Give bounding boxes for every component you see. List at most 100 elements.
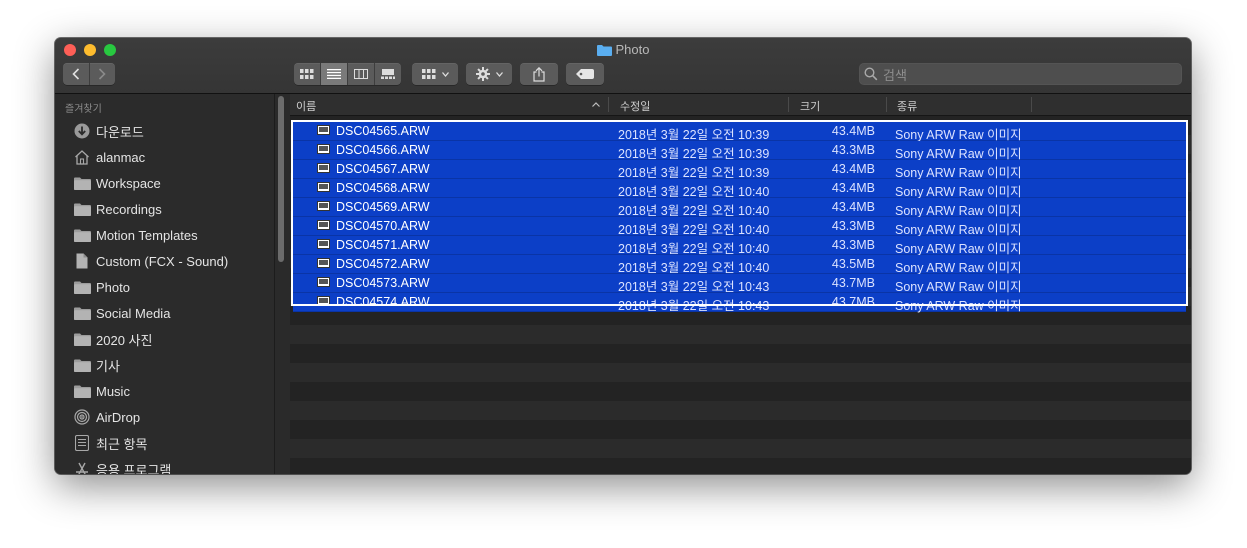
file-size: 43.4MB (831, 181, 875, 195)
file-row[interactable]: DSC04565.ARW 2018년 3월 22일 오전 10:39 43.4M… (293, 122, 1186, 142)
sidebar-item-label: Motion Templates (96, 227, 198, 243)
file-row[interactable]: DSC04572.ARW 2018년 3월 22일 오전 10:40 43.5M… (293, 255, 1186, 275)
finder-window: Photo 검색 즐겨찾기 다운로드 alanmac Workspace Rec… (55, 38, 1191, 474)
sidebar-item-label: Recordings (96, 201, 162, 217)
folder-icon (596, 45, 612, 56)
file-name: DSC04565.ARW (336, 124, 430, 138)
file-row[interactable]: DSC04574.ARW 2018년 3월 22일 오전 10:43 43.7M… (293, 293, 1186, 313)
file-row[interactable]: DSC04569.ARW 2018년 3월 22일 오전 10:40 43.4M… (293, 198, 1186, 218)
column-header: 이름 수정일 크기 종류 (290, 94, 1191, 116)
file-name: DSC04569.ARW (336, 200, 430, 214)
selected-files: DSC04565.ARW 2018년 3월 22일 오전 10:39 43.4M… (293, 122, 1186, 313)
recents-icon (73, 435, 91, 451)
sidebar-item-downloads[interactable]: 다운로드 (73, 118, 268, 144)
file-row[interactable]: DSC04566.ARW 2018년 3월 22일 오전 10:39 43.3M… (293, 141, 1186, 161)
file-list: 이름 수정일 크기 종류 DSC04565.ARW 2018년 3월 22일 오… (290, 94, 1191, 474)
sidebar-item-articles[interactable]: 기사 (73, 352, 268, 378)
folder-icon (73, 279, 91, 295)
share-icon (533, 66, 545, 82)
chevron-left-icon (72, 68, 79, 80)
list-view-button[interactable] (320, 63, 347, 85)
file-size: 43.4MB (831, 124, 875, 138)
file-name: DSC04573.ARW (336, 276, 430, 290)
view-mode-buttons (294, 63, 401, 85)
file-name: DSC04570.ARW (336, 219, 430, 233)
sidebar-item-label: 다운로드 (96, 124, 144, 140)
sidebar-item-label: 최근 항목 (96, 436, 148, 452)
sidebar-scrollbar-thumb[interactable] (278, 96, 284, 262)
sidebar-item-recents[interactable]: 최근 항목 (73, 430, 268, 456)
raw-image-file-icon (317, 296, 330, 306)
download-icon (73, 123, 91, 139)
folder-icon (73, 201, 91, 217)
action-button[interactable] (466, 63, 512, 85)
group-by-button[interactable] (412, 63, 458, 85)
file-row[interactable]: DSC04571.ARW 2018년 3월 22일 오전 10:40 43.3M… (293, 236, 1186, 256)
file-name: DSC04567.ARW (336, 162, 430, 176)
folder-icon (73, 227, 91, 243)
icon-view-button[interactable] (294, 63, 320, 85)
sidebar-item-motion-templates[interactable]: Motion Templates (73, 222, 268, 248)
sidebar-item-workspace[interactable]: Workspace (73, 170, 268, 196)
share-button[interactable] (520, 63, 558, 85)
sidebar-item-2020-photos[interactable]: 2020 사진 (73, 326, 268, 352)
folder-icon (73, 305, 91, 321)
home-icon (73, 149, 91, 165)
file-size: 43.7MB (831, 295, 875, 309)
folder-icon (73, 175, 91, 191)
raw-image-file-icon (317, 201, 330, 211)
forward-button[interactable] (88, 63, 116, 85)
toolbar: Photo (55, 38, 1191, 94)
file-size: 43.3MB (831, 219, 875, 233)
column-name-header[interactable]: 이름 (296, 98, 316, 114)
file-name: DSC04572.ARW (336, 257, 430, 271)
raw-image-file-icon (317, 125, 330, 135)
sidebar-item-label: 응용 프로그램 (96, 462, 172, 475)
folder-icon (73, 331, 91, 347)
sidebar-item-recordings[interactable]: Recordings (73, 196, 268, 222)
sidebar-item-alanmac[interactable]: alanmac (73, 144, 268, 170)
window-title: Photo (55, 42, 1191, 57)
file-name: DSC04571.ARW (336, 238, 430, 252)
raw-image-file-icon (317, 163, 330, 173)
file-row[interactable]: DSC04567.ARW 2018년 3월 22일 오전 10:39 43.4M… (293, 160, 1186, 180)
file-size: 43.4MB (831, 200, 875, 214)
sidebar-heading: 즐겨찾기 (65, 104, 102, 115)
sidebar-item-photo[interactable]: Photo (73, 274, 268, 300)
file-name: DSC04574.ARW (336, 295, 430, 309)
search-icon (864, 67, 878, 81)
file-size: 43.3MB (831, 238, 875, 252)
columns-icon (354, 69, 368, 79)
document-icon (73, 253, 91, 269)
file-size: 43.7MB (831, 276, 875, 290)
tags-button[interactable] (566, 63, 604, 85)
file-row[interactable]: DSC04570.ARW 2018년 3월 22일 오전 10:40 43.3M… (293, 217, 1186, 237)
sidebar-item-label: Music (96, 383, 130, 399)
gallery-view-button[interactable] (374, 63, 401, 85)
chevron-down-icon (495, 71, 503, 77)
sidebar: 즐겨찾기 다운로드 alanmac Workspace Recordings M… (55, 94, 274, 474)
sidebar-item-applications[interactable]: 응용 프로그램 (73, 456, 268, 474)
sidebar-item-airdrop[interactable]: AirDrop (73, 404, 268, 430)
column-view-button[interactable] (347, 63, 374, 85)
file-row[interactable]: DSC04573.ARW 2018년 3월 22일 오전 10:43 43.7M… (293, 274, 1186, 294)
back-button[interactable] (63, 63, 89, 85)
tag-icon (576, 69, 594, 79)
sidebar-item-label: 2020 사진 (96, 332, 153, 348)
airdrop-icon (73, 409, 91, 425)
folder-icon (73, 383, 91, 399)
sidebar-item-social-media[interactable]: Social Media (73, 300, 268, 326)
column-size-header[interactable]: 크기 (800, 98, 820, 114)
search-input[interactable] (881, 63, 1175, 87)
column-kind-header[interactable]: 종류 (897, 98, 917, 114)
list-icon (327, 69, 341, 79)
sidebar-item-custom-fcx-sound[interactable]: Custom (FCX - Sound) (73, 248, 268, 274)
folder-icon (73, 357, 91, 373)
sidebar-item-label: Workspace (96, 175, 161, 191)
search-field[interactable] (859, 63, 1182, 87)
column-modified-header[interactable]: 수정일 (620, 98, 650, 114)
applications-icon (73, 461, 91, 474)
sidebar-item-music[interactable]: Music (73, 378, 268, 404)
file-size: 43.3MB (831, 143, 875, 157)
file-row[interactable]: DSC04568.ARW 2018년 3월 22일 오전 10:40 43.4M… (293, 179, 1186, 199)
